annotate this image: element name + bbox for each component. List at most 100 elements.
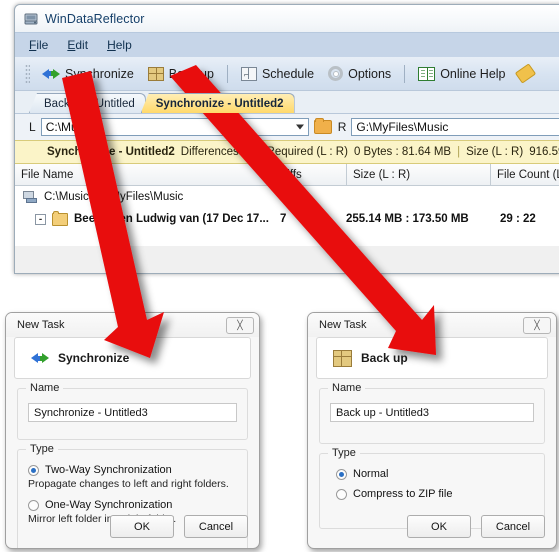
column-header-file-name[interactable]: File Name (15, 164, 273, 185)
toolbar-button-overflow[interactable] (513, 63, 541, 84)
browse-folder-button[interactable] (314, 118, 333, 136)
task-name-input[interactable]: Synchronize - Untitled3 (28, 403, 237, 422)
collapse-expander-icon[interactable]: - (35, 213, 46, 225)
file-list-body: C:\Music, G:\MyFiles\Music - Beethoven L… (15, 186, 559, 246)
new-task-dialog-synchronize: New Task ╳ Synchronize Name Synchronize … (5, 312, 260, 549)
radio-description: Propagate changes to left and right fold… (28, 478, 229, 490)
table-row[interactable]: C:\Music, G:\MyFiles\Music (15, 186, 559, 208)
table-row[interactable]: - Beethoven Ludwig van (17 Dec 17... 7 2… (15, 208, 559, 230)
sync-arrows-icon (42, 66, 60, 82)
dialog-banner: Synchronize (14, 337, 251, 379)
toolbar-button-options[interactable]: Options (321, 63, 398, 84)
ok-button[interactable]: OK (407, 515, 471, 538)
summary-size-value: 916.59 M (529, 146, 559, 158)
tab-back-up-untitled[interactable]: Back up - Untitled (29, 93, 146, 113)
column-header-size[interactable]: Size (L : R) (347, 164, 491, 185)
radio-label: One-Way Synchronization (45, 499, 173, 511)
row-file-count: 29 : 22 (500, 213, 536, 225)
sync-arrows-icon (31, 350, 49, 366)
chevron-down-icon[interactable] (295, 124, 304, 130)
menu-file-rest: ile (36, 38, 49, 52)
menu-edit-rest: dit (75, 38, 89, 52)
toolbar-button-schedule[interactable]: ⌐ Schedule (234, 64, 321, 84)
toolbar-button-online-help[interactable]: Online Help (411, 64, 512, 84)
menu-help[interactable]: Help (107, 38, 132, 52)
ok-button[interactable]: OK (110, 515, 174, 538)
radio-label: Compress to ZIP file (353, 488, 453, 500)
column-header-file-count[interactable]: File Count (L (491, 164, 559, 185)
folder-icon (52, 210, 68, 226)
radio-button-icon[interactable] (336, 488, 347, 500)
dialog-title: New Task (17, 319, 65, 331)
row-name: Beethoven Ludwig van (17 Dec 17... (74, 213, 269, 225)
tab-label: Back up - Untitled (44, 97, 135, 110)
menu-edit[interactable]: Edit (67, 38, 88, 52)
dialog-button-row: OK Cancel (407, 515, 545, 538)
file-list-header: File Name Diffs Size (L : R) File Count … (15, 164, 559, 186)
cancel-button[interactable]: Cancel (184, 515, 248, 538)
toolbar-separator-2 (404, 64, 406, 83)
dialog-title-bar: New Task ╳ (6, 313, 259, 337)
screenshot-root: WinDataReflector File Edit Help Synchron… (0, 0, 559, 552)
gold-tag-icon (514, 63, 536, 84)
dialog-title: New Task (319, 319, 367, 331)
task-name-value: Back up - Untitled3 (336, 406, 429, 419)
radio-one-way-synchronization[interactable]: One-Way Synchronization (28, 499, 237, 511)
radio-normal[interactable]: Normal (336, 468, 534, 480)
toolbar-button-synchronize[interactable]: Synchronize (35, 63, 141, 85)
summary-size-label: Size (L : R) (466, 146, 524, 158)
radio-two-way-synchronization[interactable]: Two-Way Synchronization (28, 464, 237, 476)
toolbar-label-synchronize: Synchronize (65, 66, 134, 81)
menu-help-accel: H (107, 38, 116, 52)
close-icon[interactable]: ╳ (226, 316, 254, 334)
type-group-label: Type (328, 447, 360, 459)
toolbar-button-backup[interactable]: Back up (141, 64, 221, 84)
dialog-button-row: OK Cancel (110, 515, 248, 538)
toolbar-label-schedule: Schedule (261, 66, 315, 81)
name-group-label: Name (26, 382, 64, 394)
task-name-input[interactable]: Back up - Untitled3 (330, 403, 534, 422)
menu-help-rest: elp (115, 38, 132, 52)
cancel-button[interactable]: Cancel (481, 515, 545, 538)
summary-divider-2: | (457, 146, 461, 158)
name-group: Name Synchronize - Untitled3 (17, 382, 248, 440)
left-path-combobox[interactable]: C:\Music (40, 118, 309, 136)
menu-file[interactable]: File (29, 38, 48, 52)
schedule-calendar-icon: ⌐ (240, 66, 257, 81)
toolbar-grip[interactable] (25, 63, 30, 84)
row-name: C:\Music, G:\MyFiles\Music (44, 191, 184, 203)
left-path-label: L (29, 120, 36, 134)
right-path-label: R (337, 120, 347, 134)
tab-label: Synchronize - Untitled2 (155, 97, 284, 110)
summary-required-value: 0 Bytes : 81.64 MB (353, 146, 452, 158)
dialog-banner-title: Synchronize (58, 351, 130, 365)
computer-icon (23, 190, 38, 204)
radio-button-icon[interactable] (28, 464, 39, 476)
title-bar: WinDataReflector (15, 5, 559, 32)
task-summary-bar: Synchronize - Untitled2 Differences: 7 |… (15, 140, 559, 164)
summary-required-label: Required (L : R) (266, 146, 348, 158)
radio-compress-to-zip[interactable]: Compress to ZIP file (336, 488, 534, 500)
radio-label: Two-Way Synchronization (45, 464, 172, 476)
right-path-combobox[interactable]: G:\MyFiles\Music (351, 118, 559, 136)
toolbar: Synchronize Back up ⌐ Schedule Options O… (15, 57, 559, 91)
name-group-label: Name (328, 382, 366, 394)
type-group-label: Type (26, 443, 58, 455)
radio-button-icon[interactable] (28, 499, 39, 511)
main-application-window: WinDataReflector File Edit Help Synchron… (14, 4, 559, 274)
toolbar-label-backup: Back up (168, 66, 214, 81)
dialog-banner: Back up (316, 337, 548, 379)
folder-icon (314, 118, 333, 134)
summary-divider-1: | (257, 146, 261, 158)
close-icon[interactable]: ╳ (523, 316, 551, 334)
column-header-diffs[interactable]: Diffs (273, 164, 347, 185)
new-task-dialog-backup: New Task ╳ Back up Name Back up - Untitl… (307, 312, 557, 549)
radio-label: Normal (353, 468, 389, 480)
tab-synchronize-untitled2[interactable]: Synchronize - Untitled2 (140, 93, 295, 113)
radio-button-icon[interactable] (336, 468, 347, 480)
backup-grid-icon (147, 66, 164, 81)
name-group: Name Back up - Untitled3 (319, 382, 545, 444)
menu-bar: File Edit Help (15, 32, 559, 57)
summary-task-name: Synchronize - Untitled2 (47, 146, 175, 158)
right-path-value: G:\MyFiles\Music (356, 120, 449, 134)
